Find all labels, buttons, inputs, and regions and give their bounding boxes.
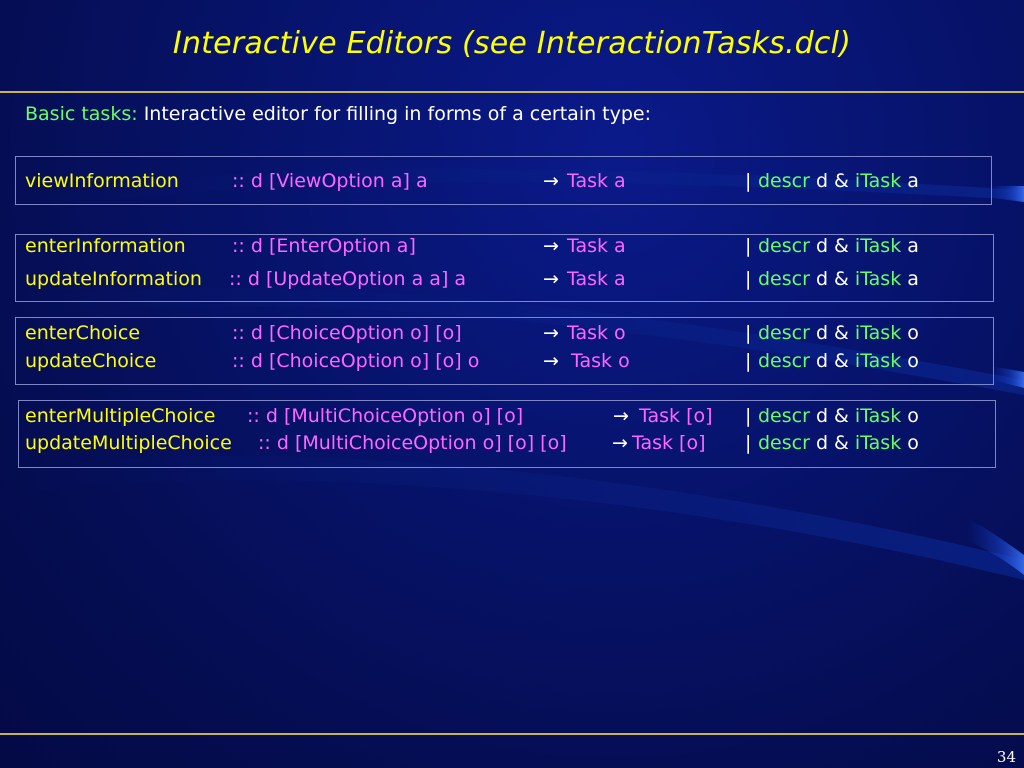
subtitle-basic-tasks: Basic tasks bbox=[25, 103, 132, 125]
pipe-separator: | bbox=[745, 235, 752, 257]
itask-var: a bbox=[901, 268, 919, 290]
signature-row: updateChoice :: d [ChoiceOption o] [o] o… bbox=[0, 348, 1024, 374]
signature-row: updateMultipleChoice :: d [MultiChoiceOp… bbox=[0, 430, 1024, 456]
arrow-symbol: → bbox=[612, 432, 628, 454]
type-signature: :: d [ChoiceOption o] [o] bbox=[232, 322, 462, 344]
signature-row: enterInformation :: d [EnterOption a] → … bbox=[0, 233, 1024, 259]
function-name: updateMultipleChoice bbox=[25, 432, 232, 454]
context-constraint: descr d & iTask o bbox=[758, 403, 919, 429]
pipe-separator: | bbox=[745, 405, 752, 427]
pipe-separator: | bbox=[745, 268, 752, 290]
itask-class: iTask bbox=[854, 432, 902, 454]
descr-var: d & bbox=[809, 170, 855, 192]
arrow-symbol: → bbox=[543, 170, 559, 192]
arrow-symbol: → bbox=[543, 268, 559, 290]
itask-var: o bbox=[901, 350, 919, 372]
descr-class: descr bbox=[758, 405, 810, 427]
context-constraint: descr d & iTask a bbox=[758, 266, 919, 292]
itask-class: iTask bbox=[854, 405, 902, 427]
title-divider bbox=[0, 91, 1024, 93]
slide-title: Interactive Editors (see InteractionTask… bbox=[172, 26, 852, 61]
itask-var: o bbox=[901, 432, 919, 454]
descr-var: d & bbox=[809, 322, 855, 344]
pipe-separator: | bbox=[745, 170, 752, 192]
arrow-symbol: → bbox=[543, 322, 559, 344]
subtitle: Basic tasks: Interactive editor for fill… bbox=[25, 103, 651, 125]
task-type: Task o bbox=[567, 322, 626, 344]
task-type: Task [o] bbox=[633, 405, 713, 427]
page-number: 34 bbox=[996, 748, 1016, 766]
signature-row: updateInformation :: d [UpdateOption a a… bbox=[0, 266, 1024, 292]
type-signature: :: d [UpdateOption a a] a bbox=[229, 268, 467, 290]
task-type: Task o bbox=[565, 350, 630, 372]
type-signature: :: d [MultiChoiceOption o] [o] [o] bbox=[258, 432, 567, 454]
descr-class: descr bbox=[758, 268, 810, 290]
type-signature: :: d [EnterOption a] bbox=[232, 235, 416, 257]
function-name: enterChoice bbox=[25, 322, 141, 344]
descr-class: descr bbox=[758, 235, 810, 257]
task-type: Task a bbox=[567, 170, 626, 192]
footer-divider bbox=[0, 733, 1024, 735]
signature-row: viewInformation :: d [ViewOption a] a → … bbox=[0, 168, 1024, 194]
descr-class: descr bbox=[758, 350, 810, 372]
itask-var: a bbox=[901, 235, 919, 257]
itask-class: iTask bbox=[854, 235, 902, 257]
type-signature: :: d [ChoiceOption o] [o] o bbox=[232, 350, 480, 372]
function-name: viewInformation bbox=[25, 170, 179, 192]
descr-var: d & bbox=[809, 235, 855, 257]
descr-class: descr bbox=[758, 432, 810, 454]
context-constraint: descr d & iTask a bbox=[758, 168, 919, 194]
descr-class: descr bbox=[758, 322, 810, 344]
type-signature: :: d [ViewOption a] a bbox=[232, 170, 428, 192]
pipe-separator: | bbox=[745, 350, 752, 372]
itask-var: a bbox=[901, 170, 919, 192]
context-constraint: descr d & iTask o bbox=[758, 348, 919, 374]
arrow-symbol: → bbox=[543, 235, 559, 257]
context-constraint: descr d & iTask o bbox=[758, 430, 919, 456]
signature-row: enterMultipleChoice :: d [MultiChoiceOpt… bbox=[0, 403, 1024, 429]
descr-var: d & bbox=[809, 432, 855, 454]
pipe-separator: | bbox=[745, 432, 752, 454]
descr-var: d & bbox=[809, 405, 855, 427]
subtitle-text: Interactive editor for filling in forms … bbox=[137, 103, 652, 125]
task-type: Task a bbox=[567, 268, 626, 290]
descr-class: descr bbox=[758, 170, 810, 192]
itask-var: o bbox=[901, 405, 919, 427]
descr-var: d & bbox=[809, 350, 855, 372]
type-signature: :: d [MultiChoiceOption o] [o] bbox=[247, 405, 524, 427]
arrow-symbol: → bbox=[543, 350, 559, 372]
itask-class: iTask bbox=[854, 350, 902, 372]
itask-class: iTask bbox=[854, 322, 902, 344]
descr-var: d & bbox=[809, 268, 855, 290]
itask-class: iTask bbox=[854, 170, 902, 192]
function-name: updateChoice bbox=[25, 350, 157, 372]
task-type: Task [o] bbox=[632, 432, 706, 454]
itask-class: iTask bbox=[854, 268, 902, 290]
function-name: enterInformation bbox=[25, 235, 186, 257]
context-constraint: descr d & iTask o bbox=[758, 320, 919, 346]
task-type: Task a bbox=[567, 235, 626, 257]
context-constraint: descr d & iTask a bbox=[758, 233, 919, 259]
arrow-symbol: → bbox=[613, 405, 629, 427]
function-name: updateInformation bbox=[25, 268, 202, 290]
function-name: enterMultipleChoice bbox=[25, 405, 216, 427]
itask-var: o bbox=[901, 322, 919, 344]
pipe-separator: | bbox=[745, 322, 752, 344]
signature-row: enterChoice :: d [ChoiceOption o] [o] → … bbox=[0, 320, 1024, 346]
